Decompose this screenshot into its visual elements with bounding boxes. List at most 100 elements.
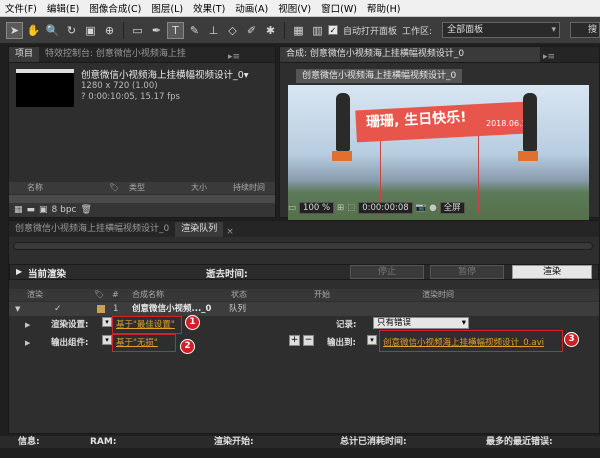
- stop-button[interactable]: 停止: [350, 265, 424, 279]
- col-comp-name[interactable]: 合成名称: [132, 289, 164, 301]
- render-settings-label: 渲染设置:: [51, 320, 89, 330]
- eraser-tool-icon[interactable]: ◇: [224, 22, 241, 39]
- align-icon[interactable]: ▦: [290, 22, 307, 39]
- safe-zone-icon[interactable]: ▭: [288, 203, 296, 213]
- render-checkbox[interactable]: ✓: [54, 302, 62, 316]
- auto-open-checkbox[interactable]: ✓: [328, 25, 338, 35]
- type-tool-icon[interactable]: T: [167, 21, 184, 39]
- pen-tool-icon[interactable]: ✒: [148, 22, 165, 39]
- grid-icon[interactable]: ⊞: [337, 203, 344, 213]
- pause-button[interactable]: 暂停: [430, 265, 504, 279]
- rectangle-tool-icon[interactable]: ▭: [129, 22, 146, 39]
- annotation-box-output-module: [112, 334, 176, 352]
- snap-icon[interactable]: ▥: [309, 22, 326, 39]
- annotation-badge-1: 1: [185, 315, 200, 330]
- composition-viewer[interactable]: 珊珊, 生日快乐! 2018.06.11: [288, 85, 589, 238]
- col-size[interactable]: 大小: [191, 182, 207, 194]
- menu-effect[interactable]: 效果(T): [188, 1, 230, 15]
- bpc-label[interactable]: 8 bpc: [52, 205, 77, 215]
- resolution-select[interactable]: 全屏: [439, 202, 465, 214]
- project-resolution: 1280 x 720 (1.00): [81, 81, 158, 91]
- label-icon: 🏷: [109, 183, 120, 192]
- annotation-badge-3: 3: [564, 332, 579, 347]
- col-render[interactable]: 渲染: [27, 289, 43, 301]
- render-settings-toggle-icon[interactable]: ▶: [25, 317, 30, 333]
- region-icon[interactable]: ⬚: [347, 203, 355, 213]
- output-to-dropdown[interactable]: ▾: [367, 335, 377, 345]
- puppet-tool-icon[interactable]: ✱: [262, 22, 279, 39]
- panel-menu-icon[interactable]: ▸≡: [543, 52, 555, 62]
- flyboard-right: [518, 151, 538, 161]
- zoom-select[interactable]: 100 %: [299, 202, 335, 214]
- col-duration[interactable]: 持续时间: [233, 182, 265, 194]
- status-recent-error: 最多的最近错误:: [486, 437, 553, 447]
- person-right: [523, 93, 537, 151]
- new-comp-icon[interactable]: ▣: [39, 205, 48, 215]
- search-help-input[interactable]: 搜: [570, 22, 600, 38]
- render-status-bar: 信息: RAM: 渲染开始: 总计已消耗时间: 最多的最近错误:: [0, 436, 600, 448]
- brush-tool-icon[interactable]: ✎: [186, 22, 203, 39]
- comp-name-tab[interactable]: 创意微信小视频海上挂横幅视频设计_0: [296, 69, 463, 83]
- timecode-display[interactable]: 0:00:00:08: [358, 202, 413, 214]
- menu-animation[interactable]: 动画(A): [230, 1, 273, 15]
- camera-tool-icon[interactable]: ▣: [82, 22, 99, 39]
- person-left: [336, 93, 350, 151]
- interpret-footage-icon[interactable]: ▦: [14, 205, 23, 215]
- render-queue-item[interactable]: ▼ ✓ 1 创意微信小视频..._0 队列: [9, 302, 599, 316]
- composition-tabbar: 合成: 创意微信小视频海上挂横幅视频设计_0 ▸≡: [280, 47, 599, 63]
- add-output-button[interactable]: +: [289, 335, 300, 346]
- channel-icon[interactable]: ●: [429, 203, 436, 213]
- menu-help[interactable]: 帮助(H): [362, 1, 406, 15]
- viewer-controls: ▭ 100 % ⊞ ⬚ 0:00:00:08 📷 ● 全屏: [288, 201, 589, 215]
- tab-timeline-comp[interactable]: 创意微信小视频海上挂横幅视频设计_0: [9, 222, 175, 237]
- selection-tool-icon[interactable]: ➤: [6, 21, 23, 39]
- col-type[interactable]: 类型: [129, 182, 145, 194]
- col-index[interactable]: #: [112, 289, 119, 301]
- trash-icon[interactable]: 🗑: [81, 205, 92, 215]
- col-status[interactable]: 状态: [231, 289, 247, 301]
- menu-edit[interactable]: 编辑(E): [42, 1, 84, 15]
- tab-render-queue[interactable]: 渲染队列: [175, 222, 224, 237]
- render-queue-tabbar: 创意微信小视频海上挂横幅视频设计_0 渲染队列 ×: [9, 221, 599, 237]
- workspace-label: 工作区:: [402, 26, 433, 37]
- col-name[interactable]: 名称: [27, 182, 43, 194]
- roto-brush-tool-icon[interactable]: ✐: [243, 22, 260, 39]
- panel-menu-icon[interactable]: ▸≡: [228, 52, 240, 62]
- col-start[interactable]: 开始: [314, 289, 330, 301]
- snapshot-icon[interactable]: 📷: [416, 203, 427, 213]
- menu-view[interactable]: 视图(V): [273, 1, 316, 15]
- project-duration: ? 0:00:10:05, 15.17 fps: [81, 92, 180, 102]
- hand-tool-icon[interactable]: ✋: [25, 22, 42, 39]
- status-render-start: 渲染开始:: [214, 437, 254, 447]
- menu-composition[interactable]: 图像合成(C): [84, 1, 146, 15]
- workspace-select[interactable]: 全部面板: [442, 22, 561, 38]
- close-icon[interactable]: ×: [226, 227, 234, 237]
- log-select[interactable]: 只有错误: [373, 317, 469, 329]
- annotation-badge-2: 2: [180, 339, 195, 354]
- expand-toggle-icon[interactable]: ▼: [15, 302, 20, 316]
- project-comp-name: 创意微信小视频海上挂横幅视频设计_0▾: [81, 70, 249, 81]
- pan-behind-tool-icon[interactable]: ⊕: [101, 22, 118, 39]
- output-module-toggle-icon[interactable]: ▶: [25, 335, 30, 351]
- label-color-swatch[interactable]: [97, 305, 105, 313]
- render-progress-bar: [13, 242, 593, 250]
- remove-output-button[interactable]: −: [303, 335, 314, 346]
- output-module-dropdown[interactable]: ▾: [102, 335, 112, 345]
- clone-stamp-tool-icon[interactable]: ⊥: [205, 22, 222, 39]
- render-button[interactable]: 渲染: [512, 265, 592, 279]
- menu-file[interactable]: 文件(F): [0, 1, 42, 15]
- new-folder-icon[interactable]: ▬: [27, 205, 36, 215]
- tab-effect-controls[interactable]: 特效控制台: 创意微信小视频海上挂: [39, 47, 225, 62]
- render-settings-dropdown[interactable]: ▾: [102, 317, 112, 327]
- menu-layer[interactable]: 图层(L): [146, 1, 188, 15]
- col-render-time[interactable]: 渲染时间: [422, 289, 454, 301]
- current-render-toggle-icon[interactable]: ▶: [16, 267, 22, 276]
- tab-project[interactable]: 项目: [9, 47, 40, 62]
- project-item-row[interactable]: [9, 195, 275, 203]
- project-bottom-bar: ▦ ▬ ▣ 8 bpc 🗑: [9, 203, 275, 217]
- menu-window[interactable]: 窗口(W): [316, 1, 362, 15]
- tab-composition[interactable]: 合成: 创意微信小视频海上挂横幅视频设计_0: [280, 47, 540, 62]
- toolbar-divider: [123, 21, 124, 39]
- zoom-tool-icon[interactable]: 🔍: [44, 22, 61, 39]
- rotate-tool-icon[interactable]: ↻: [63, 22, 80, 39]
